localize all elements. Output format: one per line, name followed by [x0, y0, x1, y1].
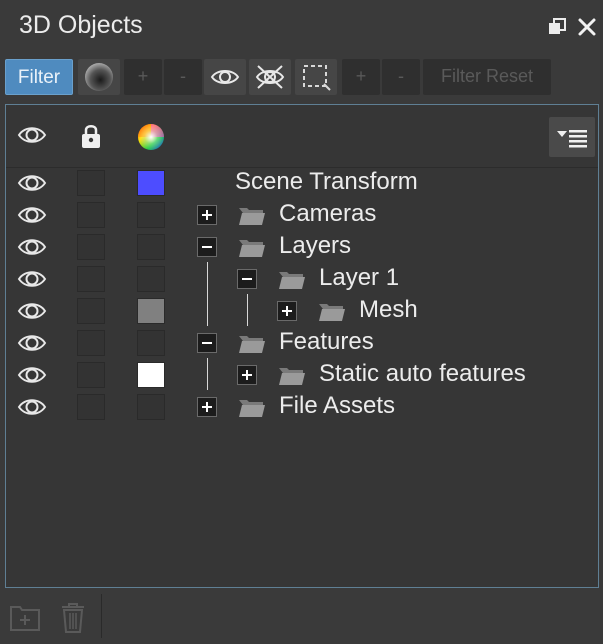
- new-folder-icon: [10, 606, 40, 631]
- filter-button[interactable]: Filter: [5, 59, 73, 95]
- tree-row-static-auto-features[interactable]: Static auto features: [6, 359, 598, 391]
- show-button[interactable]: [204, 59, 246, 95]
- title-bar: 3D Objects: [0, 0, 603, 56]
- filter-list-button[interactable]: [549, 117, 595, 157]
- lock-toggle[interactable]: [77, 266, 105, 292]
- add-selection-button[interactable]: +: [342, 59, 380, 95]
- eye-icon[interactable]: [16, 299, 48, 323]
- plus-icon: [202, 402, 212, 412]
- color-swatch[interactable]: [137, 362, 165, 388]
- float-window-icon[interactable]: [546, 16, 568, 38]
- expand-button[interactable]: [197, 205, 217, 225]
- color-swatch[interactable]: [137, 202, 165, 228]
- remove-selection-button[interactable]: -: [382, 59, 420, 95]
- color-swatch[interactable]: [137, 330, 165, 356]
- folder-icon: [239, 208, 265, 225]
- tree-row-layers[interactable]: Layers: [6, 231, 598, 263]
- bottom-bar: [0, 592, 603, 644]
- minus-icon: [202, 246, 212, 248]
- eye-icon[interactable]: [16, 267, 48, 291]
- color-swatch[interactable]: [137, 170, 165, 196]
- tree-item-label: Mesh: [359, 296, 418, 323]
- add-filter-button[interactable]: +: [124, 59, 162, 95]
- trash-icon: [62, 603, 84, 633]
- tree-row-file-assets[interactable]: File Assets: [6, 391, 598, 423]
- tree-item-label: Scene Transform: [235, 168, 418, 195]
- material-sphere-button[interactable]: [78, 59, 120, 95]
- eye-icon: [210, 70, 240, 84]
- color-swatch[interactable]: [137, 394, 165, 420]
- eye-icon[interactable]: [16, 203, 48, 227]
- eye-icon[interactable]: [16, 331, 48, 355]
- delete-button[interactable]: [54, 598, 92, 636]
- tree-row-scene-transform[interactable]: Scene Transform: [6, 167, 598, 199]
- eye-icon[interactable]: [16, 235, 48, 259]
- filter-list-icon: [557, 130, 587, 148]
- collapse-button[interactable]: [197, 237, 217, 257]
- color-swatch[interactable]: [137, 266, 165, 292]
- tree-item-label: Features: [279, 328, 374, 355]
- tree-row-cameras[interactable]: Cameras: [6, 199, 598, 231]
- folder-icon: [319, 304, 345, 321]
- tree-row-features[interactable]: Features: [6, 327, 598, 359]
- lock-toggle[interactable]: [77, 394, 105, 420]
- tree-item-label: Layers: [279, 232, 352, 259]
- plus-icon: [282, 306, 292, 316]
- folder-icon: [239, 240, 265, 257]
- tree-header: [6, 105, 598, 168]
- eye-icon[interactable]: [16, 123, 48, 147]
- expand-button[interactable]: [277, 301, 297, 321]
- toolbar: Filter + - + - Filter Reset: [0, 57, 603, 99]
- lock-toggle[interactable]: [77, 170, 105, 196]
- eye-icon[interactable]: [16, 395, 48, 419]
- select-button[interactable]: [295, 59, 337, 95]
- eye-icon[interactable]: [16, 171, 48, 195]
- filter-reset-button[interactable]: Filter Reset: [423, 59, 551, 95]
- color-swatch[interactable]: [137, 234, 165, 260]
- color-wheel-icon[interactable]: [136, 122, 166, 152]
- folder-icon: [279, 272, 305, 289]
- folder-icon: [239, 400, 265, 417]
- lock-toggle[interactable]: [77, 362, 105, 388]
- collapse-button[interactable]: [197, 333, 217, 353]
- expand-button[interactable]: [237, 365, 257, 385]
- expand-button[interactable]: [197, 397, 217, 417]
- eye-icon[interactable]: [16, 363, 48, 387]
- color-swatch[interactable]: [137, 298, 165, 324]
- tree-item-label: File Assets: [279, 392, 396, 419]
- folder-icon: [239, 336, 265, 353]
- new-folder-button[interactable]: [6, 598, 44, 636]
- lock-toggle[interactable]: [77, 234, 105, 260]
- minus-icon: [202, 342, 212, 344]
- 3d-objects-panel: 3D Objects Filter + - + - Filter Reset S…: [0, 0, 603, 644]
- panel-title: 3D Objects: [19, 11, 143, 39]
- tree-item-label: Static auto features: [319, 360, 526, 387]
- object-tree: Scene Transform Cameras Layers Layer 1 M…: [5, 104, 599, 588]
- collapse-button[interactable]: [237, 269, 257, 289]
- close-icon[interactable]: [576, 16, 598, 38]
- selection-marquee-icon: [303, 65, 331, 91]
- separator: [101, 594, 102, 638]
- eye-crossed-icon: [255, 65, 285, 89]
- minus-icon: [242, 278, 252, 280]
- tree-item-label: Layer 1: [319, 264, 400, 291]
- tree-item-label: Cameras: [279, 200, 377, 227]
- lock-toggle[interactable]: [77, 202, 105, 228]
- plus-icon: [242, 370, 252, 380]
- lock-toggle[interactable]: [77, 298, 105, 324]
- tree-row-mesh[interactable]: Mesh: [6, 295, 598, 327]
- lock-icon[interactable]: [80, 123, 102, 149]
- hide-button[interactable]: [249, 59, 291, 95]
- tree-row-layer-1[interactable]: Layer 1: [6, 263, 598, 295]
- material-sphere-icon: [85, 63, 113, 91]
- remove-filter-button[interactable]: -: [164, 59, 202, 95]
- folder-icon: [279, 368, 305, 385]
- lock-toggle[interactable]: [77, 330, 105, 356]
- plus-icon: [202, 210, 212, 220]
